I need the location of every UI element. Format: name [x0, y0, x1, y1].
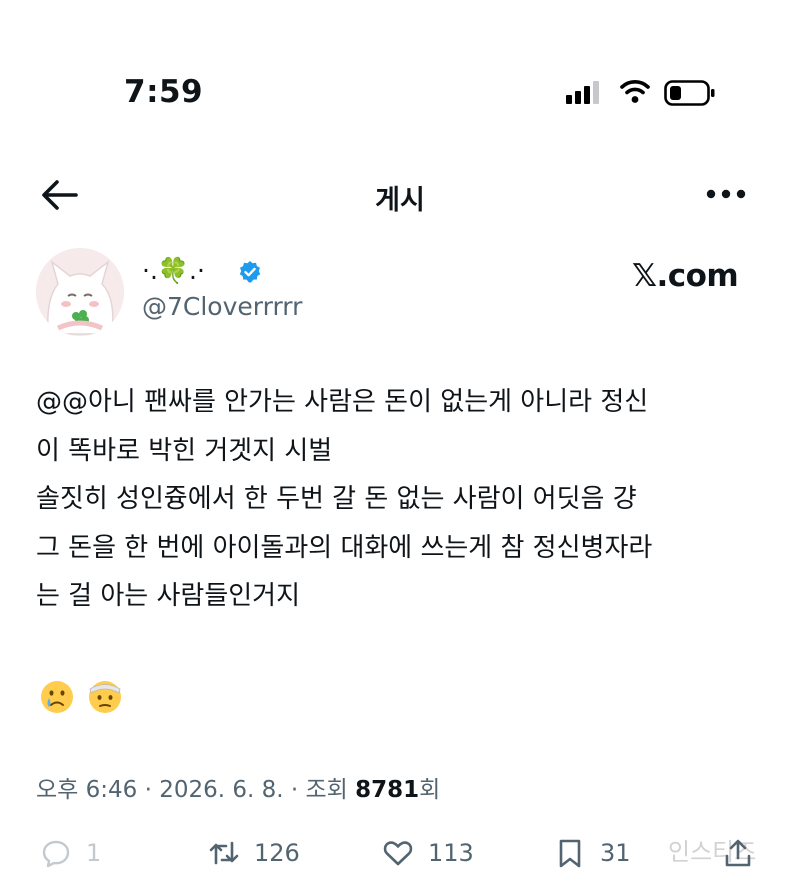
face-with-bandage-icon [89, 681, 121, 713]
share-icon [725, 839, 751, 867]
repost-count: 126 [254, 839, 300, 867]
cat-avatar-icon [36, 248, 124, 336]
bookmark-count: 31 [600, 839, 631, 867]
status-time: 7:59 [124, 74, 204, 110]
repost-button[interactable]: 126 [208, 836, 300, 870]
like-count: 113 [428, 839, 474, 867]
page-title: 게시 [375, 185, 425, 216]
display-name-suffix: .· [189, 256, 205, 285]
reply-count: 1 [86, 839, 102, 867]
author-handle[interactable]: @7Cloverrrrr [142, 292, 302, 321]
avatar[interactable] [36, 248, 124, 336]
share-button[interactable] [722, 836, 768, 870]
reply-icon [42, 840, 70, 868]
views-suffix: 회 [419, 777, 441, 803]
crying-face-icon [41, 681, 73, 713]
reply-button[interactable]: 1 [40, 836, 101, 870]
bookmark-icon [559, 839, 581, 868]
post-time: 오후 6:46 [36, 777, 138, 803]
cellular-signal-icon [566, 81, 599, 104]
source-logo: 𝕏.com [632, 258, 739, 294]
bookmark-button[interactable]: 31 [554, 836, 631, 870]
wifi-icon [620, 80, 650, 103]
repost-icon [209, 841, 239, 865]
post-text: @@아니 팬싸를 안가는 사람은 돈이 없는게 아니라 정신 이 똑바로 박힌 … [36, 387, 653, 611]
display-name-prefix: ·. [142, 256, 158, 285]
views-count: 8781 [355, 777, 420, 803]
more-options-icon[interactable] [706, 188, 746, 200]
clover-icon: 🍀 [157, 256, 190, 285]
meta-separator: · [290, 777, 299, 803]
battery-icon [664, 80, 715, 106]
heart-icon [383, 841, 413, 866]
like-button[interactable]: 113 [382, 836, 474, 870]
author-display-name[interactable]: ·.🍀.· [142, 256, 205, 286]
views-label: 조회 [305, 777, 348, 803]
verified-badge-icon [239, 261, 261, 283]
post-meta: 오후 6:46 · 2026. 6. 8. · 조회 8781회 [36, 770, 440, 804]
meta-separator: · [144, 777, 152, 803]
post-date: 2026. 6. 8. [159, 777, 284, 803]
